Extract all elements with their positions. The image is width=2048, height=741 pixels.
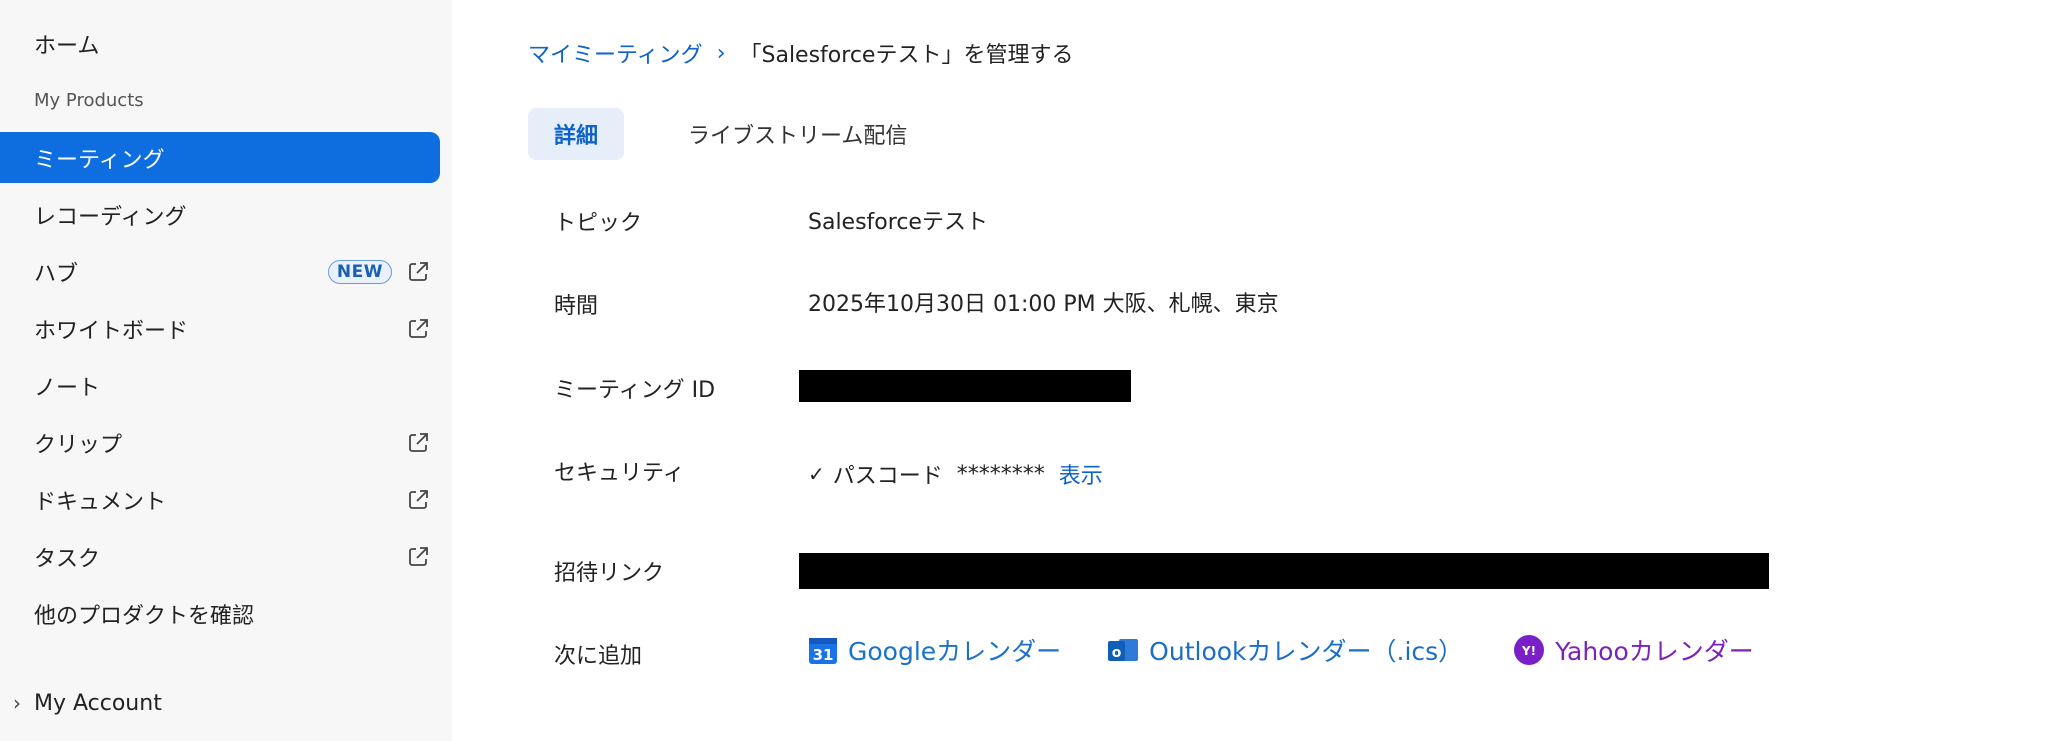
sidebar-item-label: レコーディング xyxy=(34,204,187,230)
invite-link-label: 招待リンク xyxy=(554,561,665,586)
sidebar-item-label: クリップ xyxy=(34,432,123,458)
tab-label: ライブストリーム配信 xyxy=(688,124,908,149)
tab-details[interactable]: 詳細 xyxy=(528,108,624,160)
sidebar-item-meetings[interactable]: ミーティング xyxy=(0,132,440,183)
tab-label: 詳細 xyxy=(553,124,598,149)
tab-livestream[interactable]: ライブストリーム配信 xyxy=(688,108,907,160)
outlook-calendar-icon-text: o xyxy=(1112,645,1122,661)
external-link-icon xyxy=(409,318,428,338)
sidebar: ホーム My Products ミーティング レコーディング ハブ NEW ホワ… xyxy=(0,0,452,741)
breadcrumb: マイミーティング › 「Salesforceテスト」を管理する xyxy=(528,36,1073,70)
sidebar-item-home[interactable]: ホーム xyxy=(0,18,440,69)
google-calendar-link[interactable]: 31 Googleカレンダー xyxy=(808,632,1061,668)
external-link-icon xyxy=(409,489,428,509)
sidebar-item-label: ミーティング xyxy=(34,147,165,173)
security-label: セキュリティ xyxy=(554,461,685,486)
outlook-calendar-label: Outlookカレンダー（.ics） xyxy=(1149,637,1464,666)
meeting-id-label: ミーティング ID xyxy=(554,378,716,403)
chevron-right-icon: › xyxy=(13,691,21,715)
add-to-label: 次に追加 xyxy=(554,644,643,669)
topic-label: トピック xyxy=(554,211,643,236)
sidebar-section-label: My Products xyxy=(34,90,144,111)
yahoo-calendar-label: Yahooカレンダー xyxy=(1555,637,1754,666)
sidebar-item-label: ホーム xyxy=(34,33,100,59)
sidebar-item-label: 他のプロダクトを確認 xyxy=(34,603,255,629)
google-calendar-icon-text: 31 xyxy=(813,646,834,664)
external-link-icon xyxy=(409,432,428,452)
sidebar-item-hub[interactable]: ハブ NEW xyxy=(0,246,440,297)
breadcrumb-my-meetings-link[interactable]: マイミーティング xyxy=(528,37,703,69)
show-passcode-link[interactable]: 表示 xyxy=(1059,458,1103,490)
yahoo-calendar-icon: Y! xyxy=(1514,635,1545,665)
page-title: 「Salesforceテスト」を管理する xyxy=(739,43,1074,68)
chevron-right-icon: › xyxy=(716,40,726,66)
sidebar-item-explore-products[interactable]: 他のプロダクトを確認 xyxy=(0,588,440,639)
yahoo-calendar-icon-text: Y! xyxy=(1521,644,1536,658)
new-badge: NEW xyxy=(327,259,392,284)
sidebar-item-label: タスク xyxy=(34,546,101,572)
sidebar-item-my-account[interactable]: › My Account xyxy=(0,680,162,726)
sidebar-item-clips[interactable]: クリップ xyxy=(0,417,440,468)
sidebar-item-notes[interactable]: ノート xyxy=(0,360,440,411)
google-calendar-label: Googleカレンダー xyxy=(848,637,1062,666)
sidebar-item-label: ドキュメント xyxy=(34,489,167,515)
yahoo-calendar-link[interactable]: Y! Yahooカレンダー xyxy=(1513,632,1754,668)
sidebar-item-tasks[interactable]: タスク xyxy=(0,531,440,582)
sidebar-item-label: ハブ xyxy=(34,261,79,287)
sidebar-item-label: My Account xyxy=(34,690,162,716)
sidebar-item-label: ノート xyxy=(34,375,101,401)
external-link-icon xyxy=(409,261,428,281)
time-value: 2025年10月30日 01:00 PM 大阪、札幌、東京 xyxy=(808,292,1279,317)
passcode-label: パスコード xyxy=(832,464,943,489)
check-icon: ✓ xyxy=(808,462,825,486)
time-label: 時間 xyxy=(554,294,599,319)
sidebar-item-label: ホワイトボード xyxy=(34,318,189,344)
meeting-id-redacted xyxy=(799,370,1131,402)
add-to-calendar-row: 31 Googleカレンダー o Outlookカレンダー（.ics） Y! Y… xyxy=(808,632,1754,668)
outlook-calendar-link[interactable]: o Outlookカレンダー（.ics） xyxy=(1107,632,1463,668)
google-calendar-icon: 31 xyxy=(809,638,837,664)
sidebar-item-recordings[interactable]: レコーディング xyxy=(0,189,440,240)
passcode-masked: ******** xyxy=(956,461,1045,487)
invite-link-redacted xyxy=(799,553,1769,589)
sidebar-item-whiteboard[interactable]: ホワイトボード xyxy=(0,303,440,354)
sidebar-section-my-products: My Products xyxy=(0,75,440,126)
topic-value: Salesforceテスト xyxy=(808,210,988,235)
security-value: ✓ パスコード ******** 表示 xyxy=(808,458,1103,490)
sidebar-item-documents[interactable]: ドキュメント xyxy=(0,474,440,525)
external-link-icon xyxy=(409,546,428,566)
outlook-calendar-icon: o xyxy=(1108,639,1139,661)
